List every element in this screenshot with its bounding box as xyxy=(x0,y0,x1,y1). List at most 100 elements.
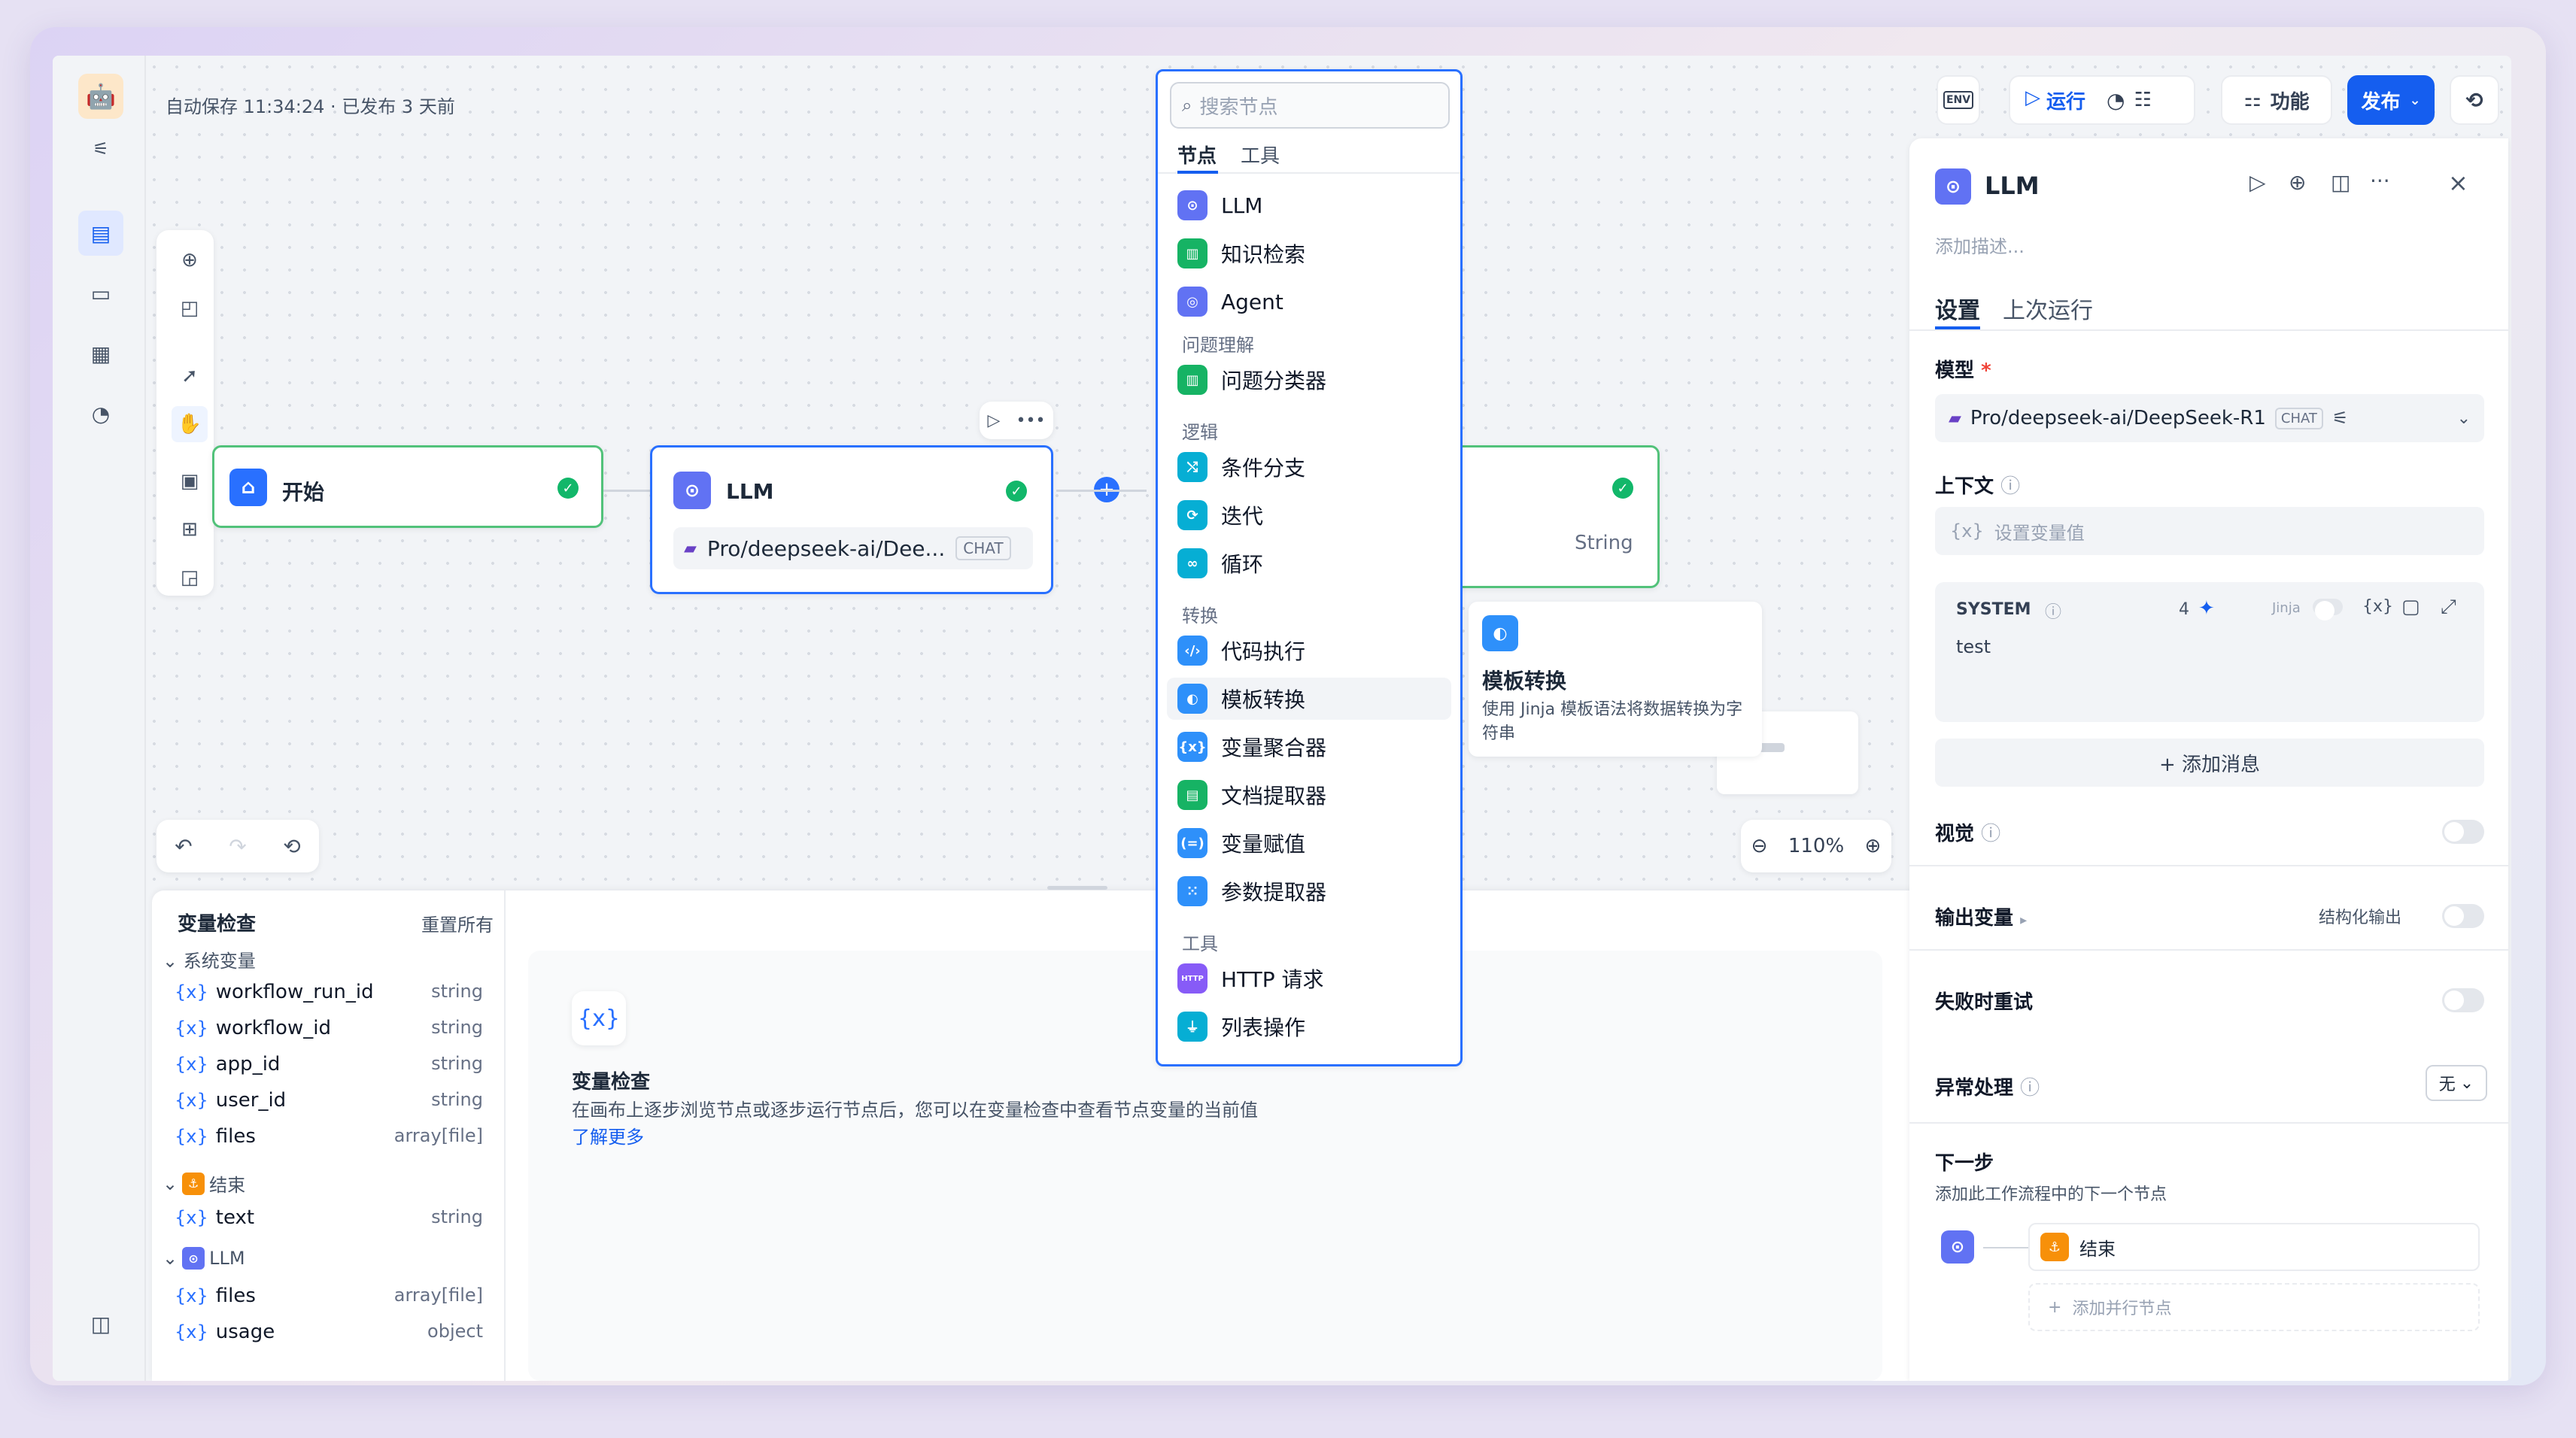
llm-icon: ⊙ xyxy=(1177,190,1208,220)
orchestrate-icon[interactable]: ▤ xyxy=(78,211,123,256)
context-variable-input[interactable]: {x} 设置变量值 xyxy=(1935,507,2484,555)
menu-item-ifelse[interactable]: ⤭ 条件分支 xyxy=(1177,446,1305,488)
category-logic: 逻辑 xyxy=(1182,422,1218,443)
app-avatar[interactable]: 🤖 xyxy=(78,74,123,119)
insert-variable-icon[interactable]: {x} xyxy=(2362,597,2393,616)
var-row[interactable]: {x} usage object xyxy=(175,1321,483,1343)
version-history-icon[interactable]: ⟲ xyxy=(283,834,300,859)
history-button[interactable]: ⟲ xyxy=(2450,75,2499,125)
var-row[interactable]: {x} files array[file] xyxy=(175,1125,483,1148)
reset-all-button[interactable]: 重置所有 xyxy=(421,910,494,936)
terminal-icon[interactable]: ▭ xyxy=(78,271,123,316)
menu-item-agent[interactable]: ◎ Agent xyxy=(1177,281,1283,323)
add-parallel-node-button[interactable]: + 添加并行节点 xyxy=(2028,1283,2480,1331)
settings-sliders-icon[interactable]: ⚟ xyxy=(78,126,123,171)
tab-nodes[interactable]: 节点 xyxy=(1177,141,1217,168)
features-button[interactable]: ⚏ 功能 xyxy=(2221,75,2332,125)
checklist-icon[interactable]: ☷ xyxy=(2134,89,2151,111)
run-button[interactable]: ▷ 运行 xyxy=(2025,86,2085,114)
var-type: array[file] xyxy=(393,1125,483,1146)
tab-settings[interactable]: 设置 xyxy=(1935,292,1980,325)
menu-item-code[interactable]: ‹/› 代码执行 xyxy=(1177,630,1305,672)
organize-icon[interactable]: ⊞ xyxy=(172,511,208,548)
node-search-input[interactable]: ⌕ 搜索节点 xyxy=(1170,82,1450,129)
structured-output-toggle[interactable] xyxy=(2442,904,2484,928)
zoom-out-icon[interactable]: ⊖ xyxy=(1751,835,1768,857)
resize-handle[interactable] xyxy=(1047,886,1107,890)
llm-group-label: LLM xyxy=(209,1248,245,1269)
model-params-icon[interactable]: ⚟ xyxy=(2332,408,2349,429)
menu-item-classifier[interactable]: ▥ 问题分类器 xyxy=(1177,359,1326,401)
env-button[interactable]: ENV xyxy=(1937,75,1980,125)
zoom-in-icon[interactable]: ⊕ xyxy=(1865,835,1882,857)
close-icon[interactable]: × xyxy=(2448,168,2468,197)
checklist-status-icon[interactable]: ◔ xyxy=(2107,88,2125,113)
start-node[interactable]: ⌂ 开始 ✓ xyxy=(212,445,603,528)
more-icon[interactable]: ··· xyxy=(2370,168,2390,193)
variable-icon: {x} xyxy=(175,981,208,1003)
output-vars-label[interactable]: 输出变量 ▸ xyxy=(1935,903,2027,930)
menu-item-list-op[interactable]: ⏚ 列表操作 xyxy=(1177,1006,1305,1048)
tab-last-run[interactable]: 上次运行 xyxy=(2003,292,2093,325)
menu-item-template[interactable]: ◐ 模板转换 xyxy=(1167,678,1451,720)
add-note-icon[interactable]: ◰ xyxy=(172,290,208,326)
menu-item-knowledge[interactable]: ▥ 知识检索 xyxy=(1177,232,1305,275)
expand-icon[interactable]: ⤢ xyxy=(2441,596,2456,619)
system-prompt-box[interactable]: SYSTEM ⓘ 4 ✦ Jinja {x} ▢ ⤢ test xyxy=(1935,582,2484,722)
var-row[interactable]: {x} files array[file] xyxy=(175,1285,483,1307)
category-question-understanding: 问题理解 xyxy=(1182,335,1254,356)
split-view-icon[interactable]: ◫ xyxy=(2331,170,2350,195)
pointer-icon[interactable]: ➚ xyxy=(172,358,208,394)
learn-more-link[interactable]: 了解更多 xyxy=(572,1122,644,1148)
menu-item-iteration[interactable]: ⟳ 迭代 xyxy=(1177,494,1263,536)
add-message-button[interactable]: + 添加消息 xyxy=(1935,739,2484,787)
retry-toggle[interactable] xyxy=(2442,988,2484,1012)
chevron-down-icon: ⌄ xyxy=(163,951,184,972)
var-row[interactable]: {x} workflow_id string xyxy=(175,1017,483,1039)
menu-item-aggregator[interactable]: {x} 变量聚合器 xyxy=(1177,726,1326,768)
monitor-icon[interactable]: ◔ xyxy=(78,391,123,436)
help-icon[interactable]: ⊕ xyxy=(2289,170,2306,195)
hand-icon[interactable]: ✋ xyxy=(172,406,208,442)
tab-tools[interactable]: 工具 xyxy=(1241,141,1280,168)
run-node-icon[interactable]: ▷ xyxy=(2249,170,2266,195)
collapse-sidebar-icon[interactable]: ◫ xyxy=(78,1301,123,1346)
minimap-icon[interactable]: ◲ xyxy=(172,560,208,596)
llm-group-header[interactable]: ⌄ ⊙ LLM xyxy=(163,1247,245,1270)
error-handling-select[interactable]: 无 ⌄ xyxy=(2426,1065,2487,1101)
menu-item-assigner[interactable]: (=) 变量赋值 xyxy=(1177,822,1305,864)
description-input[interactable]: 添加描述... xyxy=(1935,232,2025,258)
more-icon[interactable]: ••• xyxy=(1016,411,1046,430)
redo-icon[interactable]: ↷ xyxy=(229,834,246,859)
jinja-toggle[interactable] xyxy=(2313,599,2343,620)
export-image-icon[interactable]: ▣ xyxy=(172,463,208,499)
ai-generate-icon[interactable]: ✦ xyxy=(2198,597,2215,620)
menu-item-llm[interactable]: ⊙ LLM xyxy=(1177,184,1262,226)
classifier-icon: ▥ xyxy=(1177,365,1208,395)
category-transform: 转换 xyxy=(1182,605,1218,626)
menu-item-doc-extractor[interactable]: ▤ 文档提取器 xyxy=(1177,774,1326,816)
template-icon: ◐ xyxy=(1177,684,1208,714)
sys-group-header[interactable]: ⌄ 系统变量 xyxy=(163,946,256,972)
end-group-header[interactable]: ⌄ ⚓ 结束 xyxy=(163,1170,245,1197)
vision-toggle[interactable] xyxy=(2442,820,2484,844)
menu-item-http[interactable]: HTTP HTTP 请求 xyxy=(1177,957,1324,1000)
var-row[interactable]: {x} app_id string xyxy=(175,1053,483,1075)
copy-icon[interactable]: ▢ xyxy=(2401,596,2420,618)
menu-item-loop[interactable]: ∞ 循环 xyxy=(1177,542,1263,584)
run-label: 运行 xyxy=(2046,90,2086,114)
panel-title[interactable]: LLM xyxy=(1985,171,2040,200)
undo-icon[interactable]: ↶ xyxy=(175,834,192,859)
next-node-item[interactable]: ⚓ 结束 xyxy=(2028,1223,2480,1271)
var-row[interactable]: {x} workflow_run_id string xyxy=(175,981,483,1003)
var-row[interactable]: {x} text string xyxy=(175,1206,483,1229)
zoom-level[interactable]: 110% xyxy=(1788,835,1844,857)
add-node-icon[interactable]: ⊕ xyxy=(172,242,208,278)
run-node-icon[interactable]: ▷ xyxy=(988,411,1001,430)
var-row[interactable]: {x} user_id string xyxy=(175,1089,483,1112)
menu-item-param-extractor[interactable]: ⁙ 参数提取器 xyxy=(1177,870,1326,912)
publish-button[interactable]: 发布 ⌄ xyxy=(2347,75,2435,125)
llm-node[interactable]: ⊙ LLM ✓ ▰ Pro/deepseek-ai/Dee... CHAT xyxy=(650,445,1053,594)
model-selector[interactable]: ▰ Pro/deepseek-ai/DeepSeek-R1 CHAT ⚟ ⌄ xyxy=(1935,394,2484,442)
logs-icon[interactable]: ▦ xyxy=(78,331,123,376)
